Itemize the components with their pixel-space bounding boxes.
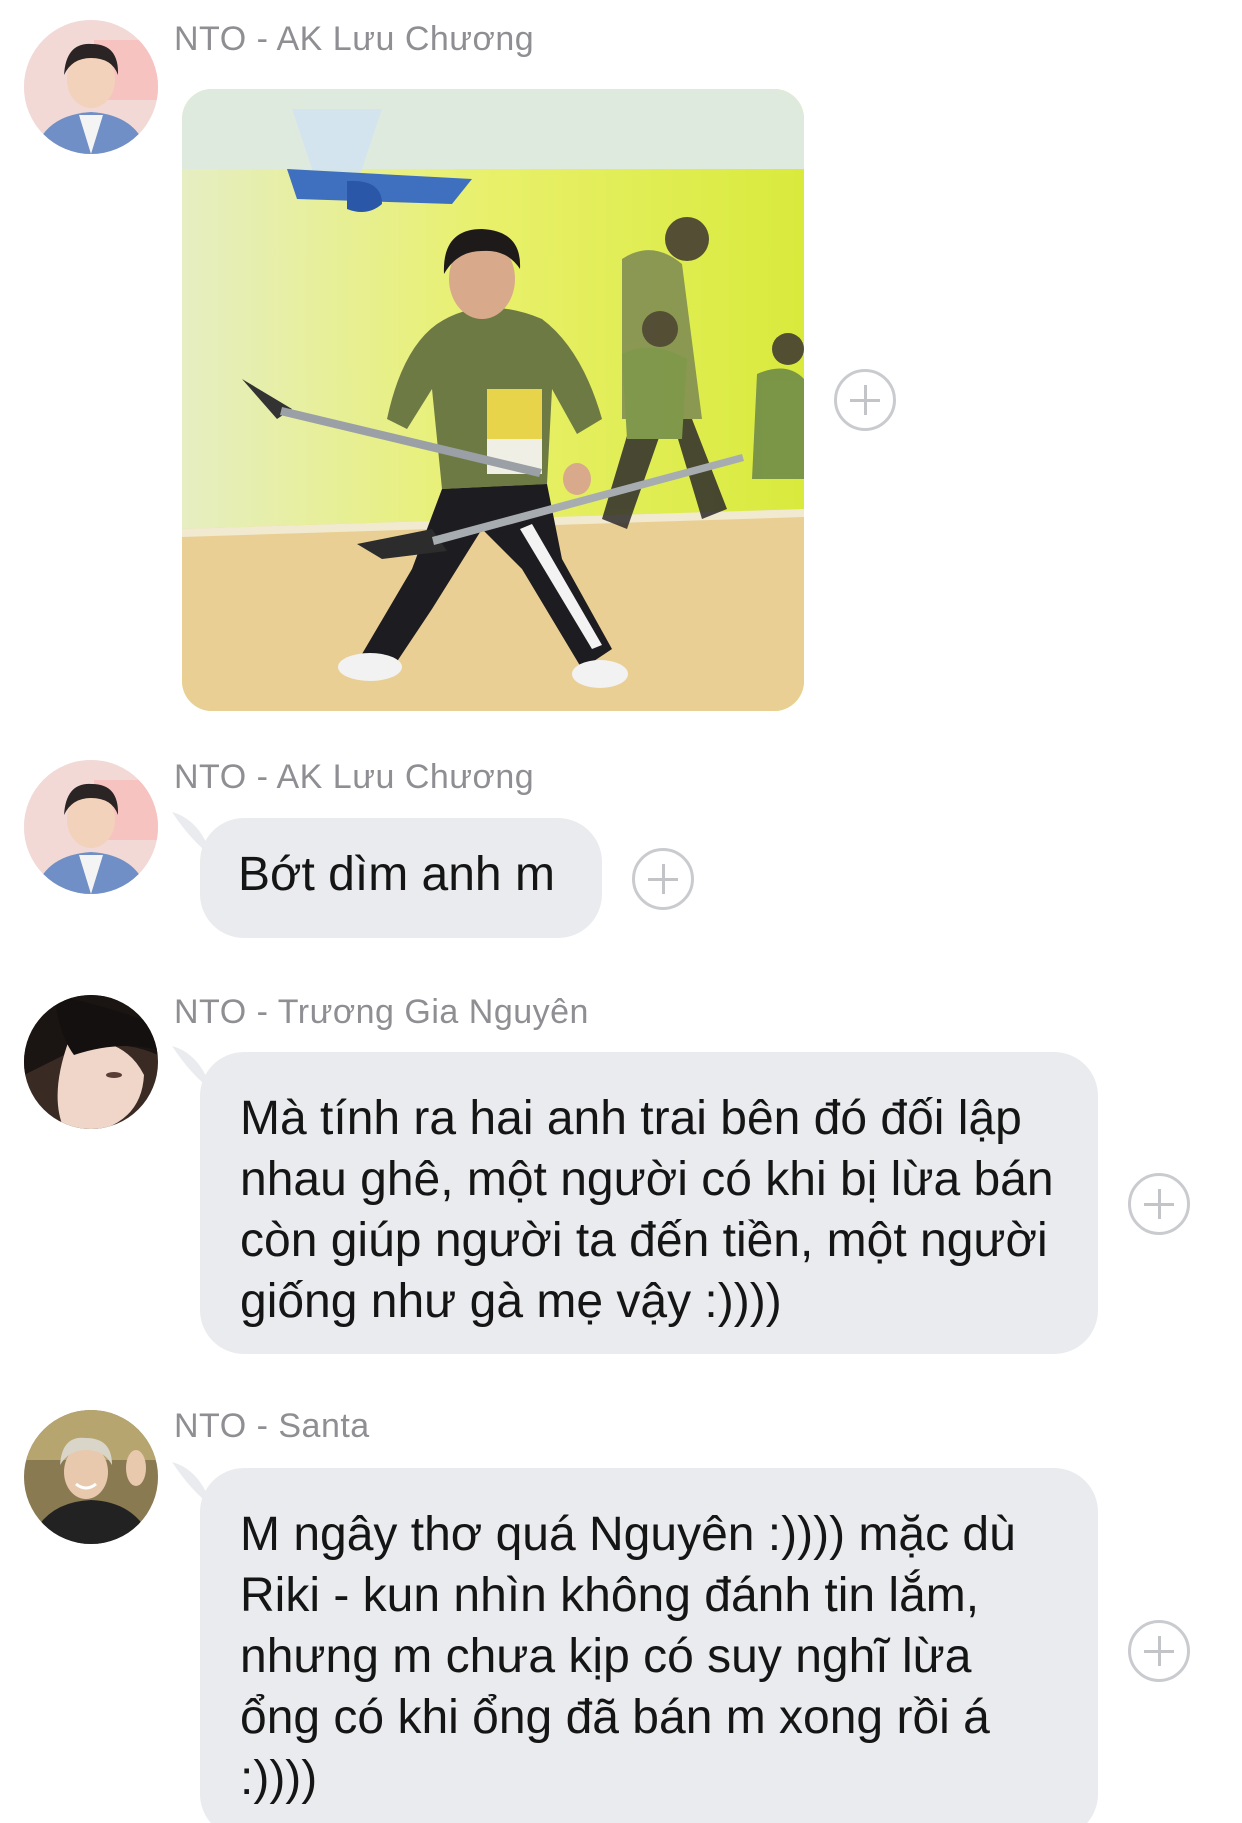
message-bubble[interactable]: Bớt dìm anh m — [172, 812, 602, 938]
chat-thread: NTO - AK Lưu Chương NTO - AK Lưu Chương … — [0, 0, 1242, 1823]
message-text: M ngây thơ quá Nguyên :)))) mặc dù Riki … — [240, 1508, 1016, 1805]
sender-name: NTO - Santa — [174, 1407, 370, 1445]
avatar-ak-luu-chuong[interactable] — [24, 760, 158, 894]
bubble-tail — [172, 1046, 232, 1090]
avatar-ak-luu-chuong[interactable] — [24, 20, 158, 154]
add-reaction-button[interactable] — [1128, 1620, 1190, 1682]
message-text: Mà tính ra hai anh trai bên đó đối lập n… — [240, 1092, 1054, 1328]
message-bubble[interactable]: M ngây thơ quá Nguyên :)))) mặc dù Riki … — [172, 1462, 1098, 1823]
message-text: Bớt dìm anh m — [238, 848, 555, 901]
sender-name: NTO - AK Lưu Chương — [174, 758, 535, 796]
message-bubble[interactable]: Mà tính ra hai anh trai bên đó đối lập n… — [172, 1046, 1098, 1354]
bubble-tail — [172, 1462, 232, 1506]
add-reaction-button[interactable] — [834, 369, 896, 431]
photo-attachment[interactable] — [182, 89, 804, 711]
bubble-tail — [172, 812, 232, 856]
sender-name: NTO - Trương Gia Nguyên — [174, 993, 589, 1031]
add-reaction-button[interactable] — [632, 848, 694, 910]
avatar-santa[interactable] — [24, 1410, 158, 1544]
avatar-truong-gia-nguyen[interactable] — [24, 995, 158, 1129]
add-reaction-button[interactable] — [1128, 1173, 1190, 1235]
sender-name: NTO - AK Lưu Chương — [174, 20, 535, 58]
